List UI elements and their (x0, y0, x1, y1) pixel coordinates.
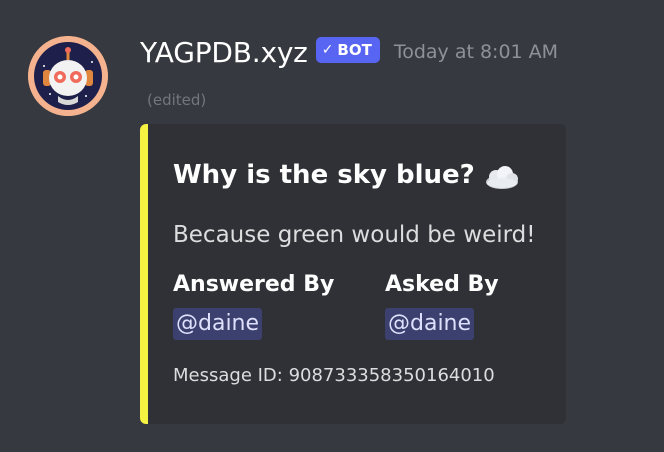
cloud-icon (483, 164, 521, 190)
embed-field-answered-by: Answered By @daine (173, 270, 334, 340)
bot-tag-label: BOT (337, 41, 372, 59)
message-timestamp[interactable]: Today at 8:01 AM (394, 41, 558, 63)
embed: Why is the sky blue? Because green would… (140, 124, 566, 424)
avatar[interactable] (28, 36, 108, 116)
message-header: YAGPDB.xyz ✓ BOT Today at 8:01 AM (140, 30, 558, 74)
embed-field-asked-by: Asked By @daine (385, 270, 499, 340)
embed-title: Why is the sky blue? (173, 160, 521, 190)
bot-tag: ✓ BOT (315, 37, 380, 63)
field-name: Asked By (385, 272, 499, 297)
user-mention[interactable]: @daine (385, 308, 475, 340)
author-name[interactable]: YAGPDB.xyz (140, 36, 308, 69)
embed-accent-bar (140, 124, 148, 424)
user-mention[interactable]: @daine (173, 308, 263, 340)
chat-message: YAGPDB.xyz ✓ BOT Today at 8:01 AM (edite… (0, 0, 664, 452)
embed-title-text: Why is the sky blue? (173, 160, 475, 190)
field-name: Answered By (173, 272, 335, 297)
embed-description: Because green would be weird! (173, 222, 536, 248)
verified-check-icon: ✓ (321, 42, 334, 58)
embed-footer: Message ID: 908733358350164010 (173, 365, 495, 386)
edited-indicator: (edited) (147, 91, 207, 109)
robot-avatar-icon (28, 36, 108, 116)
